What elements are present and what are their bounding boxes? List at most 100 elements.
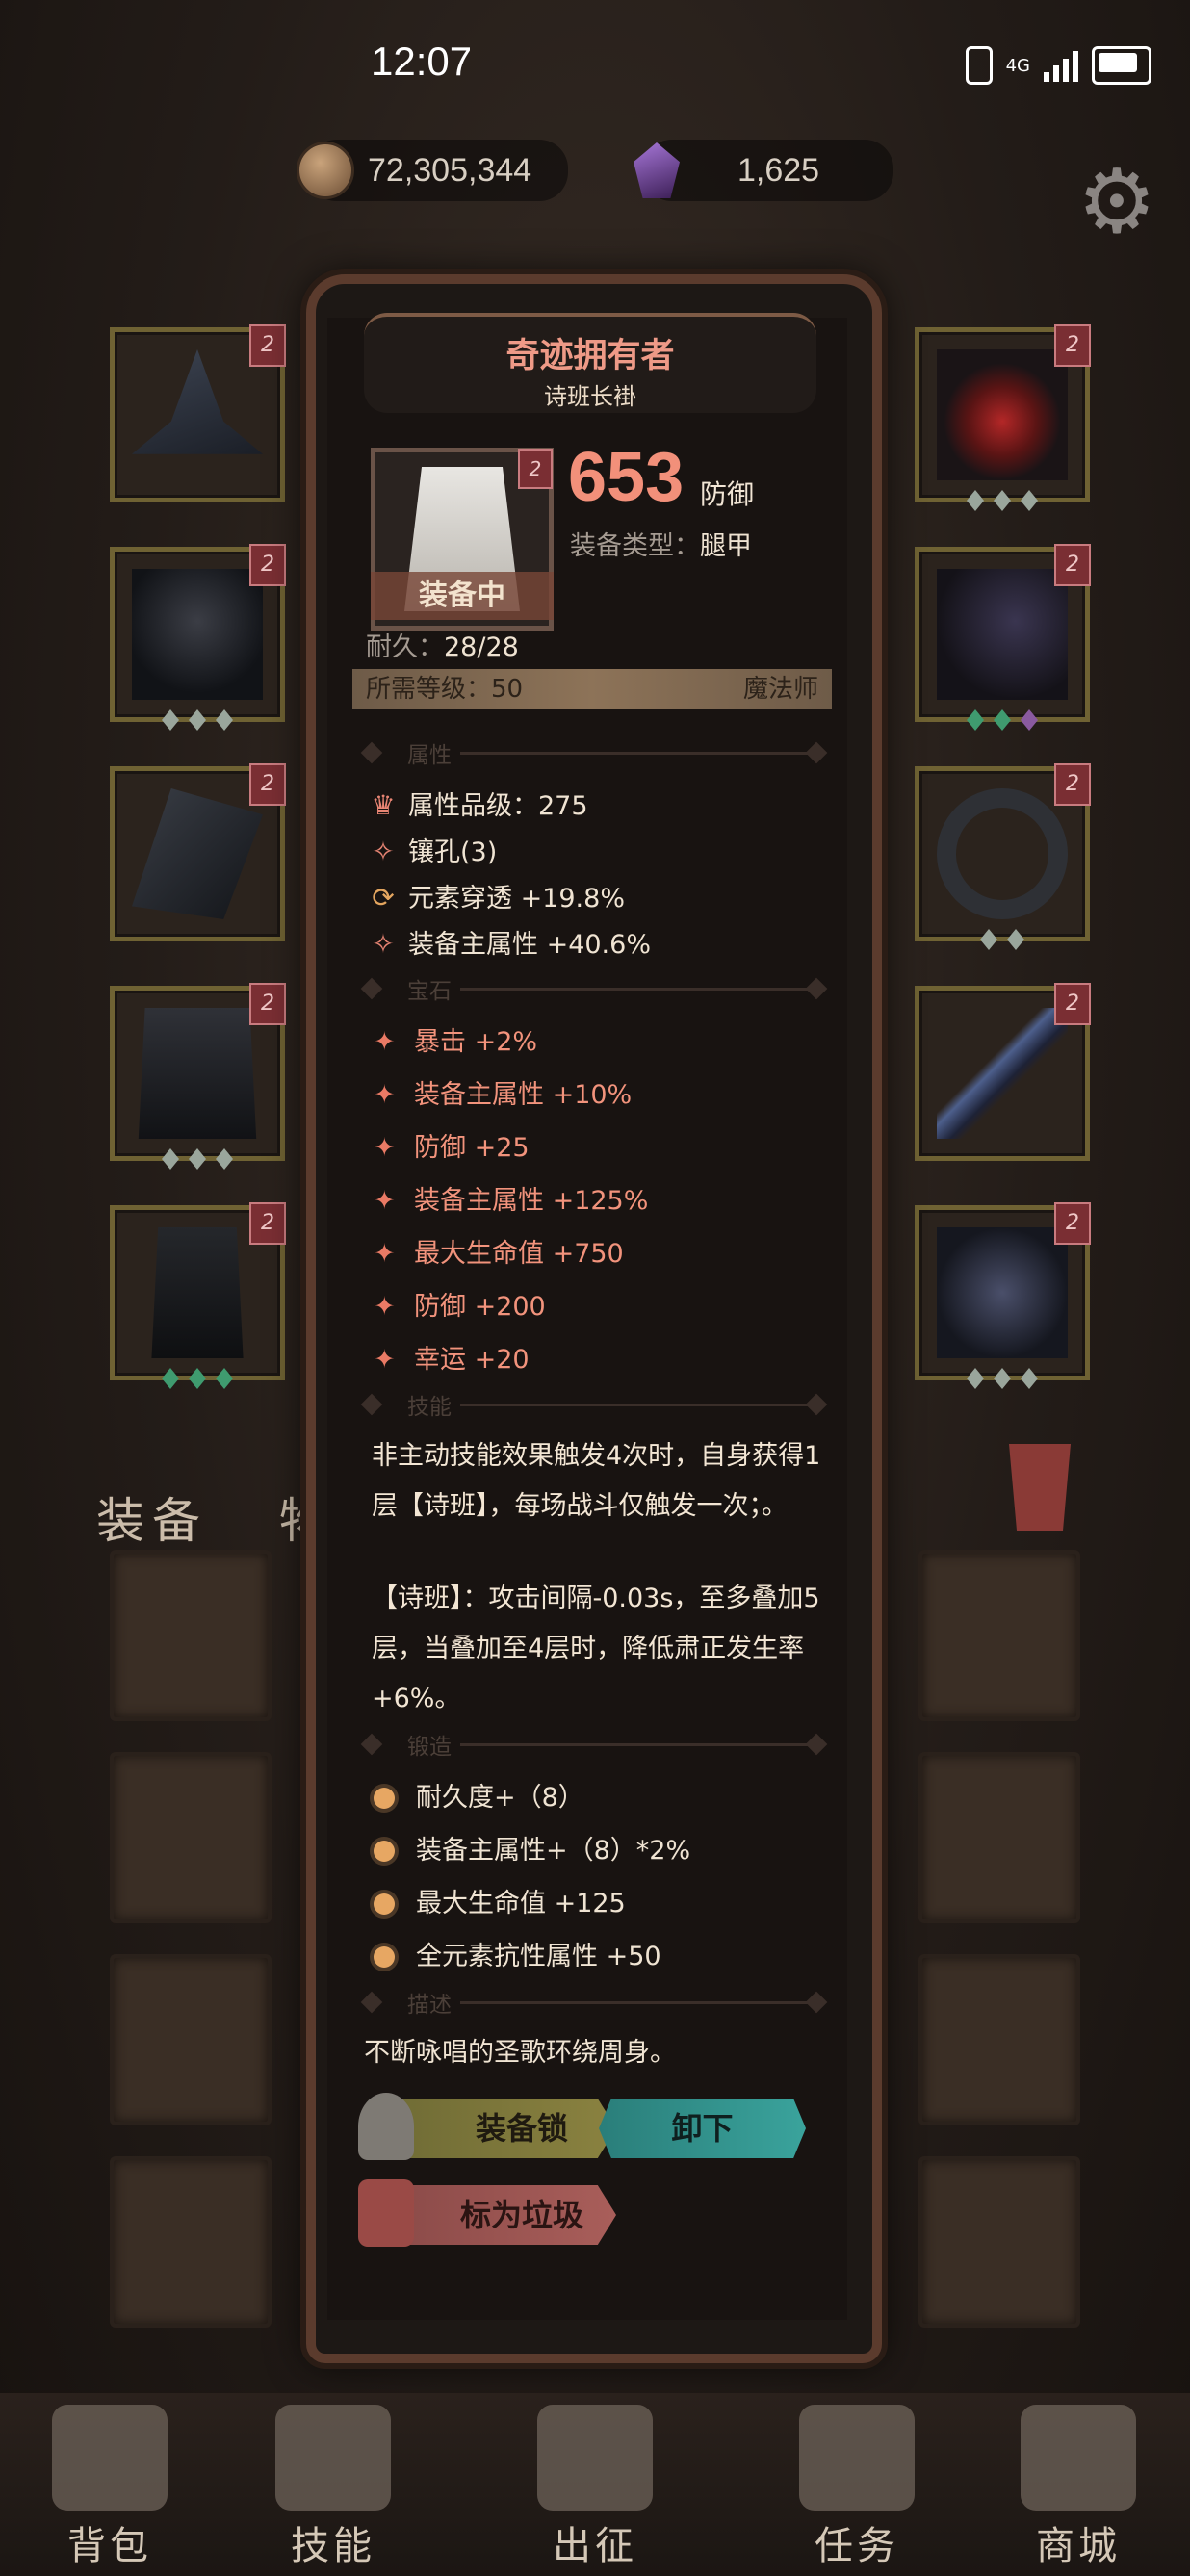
weapon-icon <box>937 1008 1068 1139</box>
tier-badge: 2 <box>249 763 286 806</box>
crown-icon: ♛ <box>371 789 396 821</box>
inventory-slot[interactable] <box>918 1954 1080 2125</box>
socket-icon: ✧ <box>372 836 395 867</box>
inventory-slot[interactable] <box>110 1752 272 1923</box>
forge-text: 耐久度+（8） <box>416 1783 584 1813</box>
section-attributes: 属性 <box>360 736 836 769</box>
equip-slot-ring[interactable]: 2 <box>915 763 1091 950</box>
star-icon: ✦ <box>374 1080 396 1110</box>
gloves-icon <box>132 788 263 919</box>
star-icon: ✦ <box>374 1027 396 1057</box>
inventory-slot[interactable] <box>110 1550 272 1721</box>
belt-icon <box>937 1227 1068 1358</box>
attribute-text: 镶孔(3) <box>408 837 498 867</box>
gear-icon[interactable]: ⚙ <box>1069 154 1165 250</box>
type-value: 腿甲 <box>700 531 752 561</box>
inventory-slot[interactable] <box>110 2156 272 2328</box>
equip-slot-hat[interactable]: 2 <box>110 324 286 502</box>
quests-icon <box>799 2405 915 2511</box>
gem-slots <box>967 490 1038 511</box>
forge-dot-icon <box>374 1841 395 1862</box>
inventory-slot[interactable] <box>918 2156 1080 2328</box>
equip-slot-gloves[interactable]: 2 <box>110 763 286 941</box>
nav-label: 商城 <box>1036 2524 1121 2568</box>
backpack-icon <box>52 2405 168 2511</box>
durability-label: 耐久： <box>366 632 444 662</box>
unequip-button[interactable]: 卸下 <box>599 2099 806 2158</box>
attribute-text: 装备主属性 +40.6% <box>408 930 651 960</box>
gem-value: 1,625 <box>737 151 820 189</box>
gem-slots <box>967 1368 1038 1389</box>
attribute-row: ♛ 属性品级：275 <box>366 785 587 822</box>
inventory-slot[interactable] <box>918 1752 1080 1923</box>
equipment-type: 装备类型：腿甲 <box>570 525 752 562</box>
nav-skills[interactable]: 技能 <box>256 2405 410 2570</box>
equip-slot-amulet[interactable]: 2 <box>915 324 1091 511</box>
attribute-row: ✧ 镶孔(3) <box>366 831 497 868</box>
equip-slot-legs[interactable]: 2 <box>110 983 286 1170</box>
section-label: 技能 <box>407 1395 452 1420</box>
star-icon: ✦ <box>374 1345 396 1375</box>
tier-badge: 2 <box>1054 324 1091 367</box>
tab-equipment[interactable]: 装备 <box>96 1482 208 1552</box>
trash-label: 标为垃圾 <box>459 2197 583 2233</box>
requirement-bar: 所需等级：50 魔法师 <box>352 669 832 709</box>
mark-junk-button[interactable]: 标为垃圾 <box>385 2185 616 2245</box>
nav-expedition[interactable]: 出征 <box>518 2405 672 2570</box>
lock-label: 装备锁 <box>475 2110 568 2147</box>
equip-slot-weapon[interactable]: 2 <box>915 983 1091 1161</box>
attribute-row: ⟳ 元素穿透 +19.8% <box>366 877 625 914</box>
gem-stat-text: 装备主属性 +10% <box>414 1080 633 1110</box>
equip-slot-armor[interactable]: 2 <box>110 544 286 731</box>
equip-lock-button[interactable]: 装备锁 <box>385 2099 616 2158</box>
section-label: 锻造 <box>407 1735 452 1760</box>
forge-row: 全元素抗性属性 +50 <box>374 1935 661 1972</box>
tier-badge: 2 <box>249 1202 286 1245</box>
boots-icon <box>151 1227 244 1358</box>
tooltip-header: 奇迹拥有者 诗班长褂 <box>364 313 816 413</box>
equip-slot-boots[interactable]: 2 <box>110 1202 286 1389</box>
clock: 12:07 <box>371 39 473 84</box>
forge-row: 最大生命值 +125 <box>374 1882 626 1919</box>
section-forging: 锻造 <box>360 1728 836 1761</box>
section-description: 描述 <box>360 1986 836 2019</box>
section-skills: 技能 <box>360 1388 836 1421</box>
vibrate-icon <box>965 46 993 85</box>
forge-row: 耐久度+（8） <box>374 1776 584 1814</box>
inventory-slot[interactable] <box>110 1954 272 2125</box>
offhand-icon <box>937 569 1068 700</box>
socket-icon: ✧ <box>372 928 395 960</box>
battery-icon <box>1092 46 1151 85</box>
status-icons: 4G <box>965 46 1151 85</box>
equip-slot-belt[interactable]: 2 <box>915 1202 1091 1389</box>
tier-badge: 2 <box>1054 983 1091 1025</box>
nav-label: 背包 <box>67 2524 152 2568</box>
gem-slots <box>980 929 1024 950</box>
forge-text: 装备主属性+（8）*2% <box>416 1836 691 1866</box>
trash-icon <box>358 2179 414 2247</box>
sword-icon <box>537 2405 653 2511</box>
durability-value: 28/28 <box>444 632 519 662</box>
nav-shop[interactable]: 商城 <box>1001 2405 1155 2570</box>
coin-counter: 72,305,344 <box>297 140 568 201</box>
gem-stat-row: ✦ 最大生命值 +750 <box>374 1232 624 1270</box>
ring-icon <box>937 788 1068 919</box>
armor-icon <box>132 569 263 700</box>
nav-quests[interactable]: 任务 <box>780 2405 934 2570</box>
coin-icon <box>297 142 354 199</box>
star-icon: ✦ <box>374 1186 396 1216</box>
cycle-icon: ⟳ <box>372 882 395 914</box>
type-label: 装备类型： <box>570 531 700 561</box>
forge-dot-icon <box>374 1788 395 1809</box>
gem-stat-text: 暴击 +2% <box>414 1027 538 1057</box>
coin-value: 72,305,344 <box>368 151 532 189</box>
nav-backpack[interactable]: 背包 <box>33 2405 187 2570</box>
forge-text: 全元素抗性属性 +50 <box>416 1942 661 1971</box>
equip-slot-offhand[interactable]: 2 <box>915 544 1091 731</box>
network-label: 4G <box>1005 55 1030 76</box>
forge-text: 最大生命值 +125 <box>416 1889 626 1919</box>
attribute-row: ✧ 装备主属性 +40.6% <box>366 923 651 961</box>
gem-stat-row: ✦ 装备主属性 +10% <box>374 1073 632 1111</box>
inventory-slot[interactable] <box>918 1550 1080 1721</box>
status-bar: 12:07 4G <box>0 0 1190 135</box>
